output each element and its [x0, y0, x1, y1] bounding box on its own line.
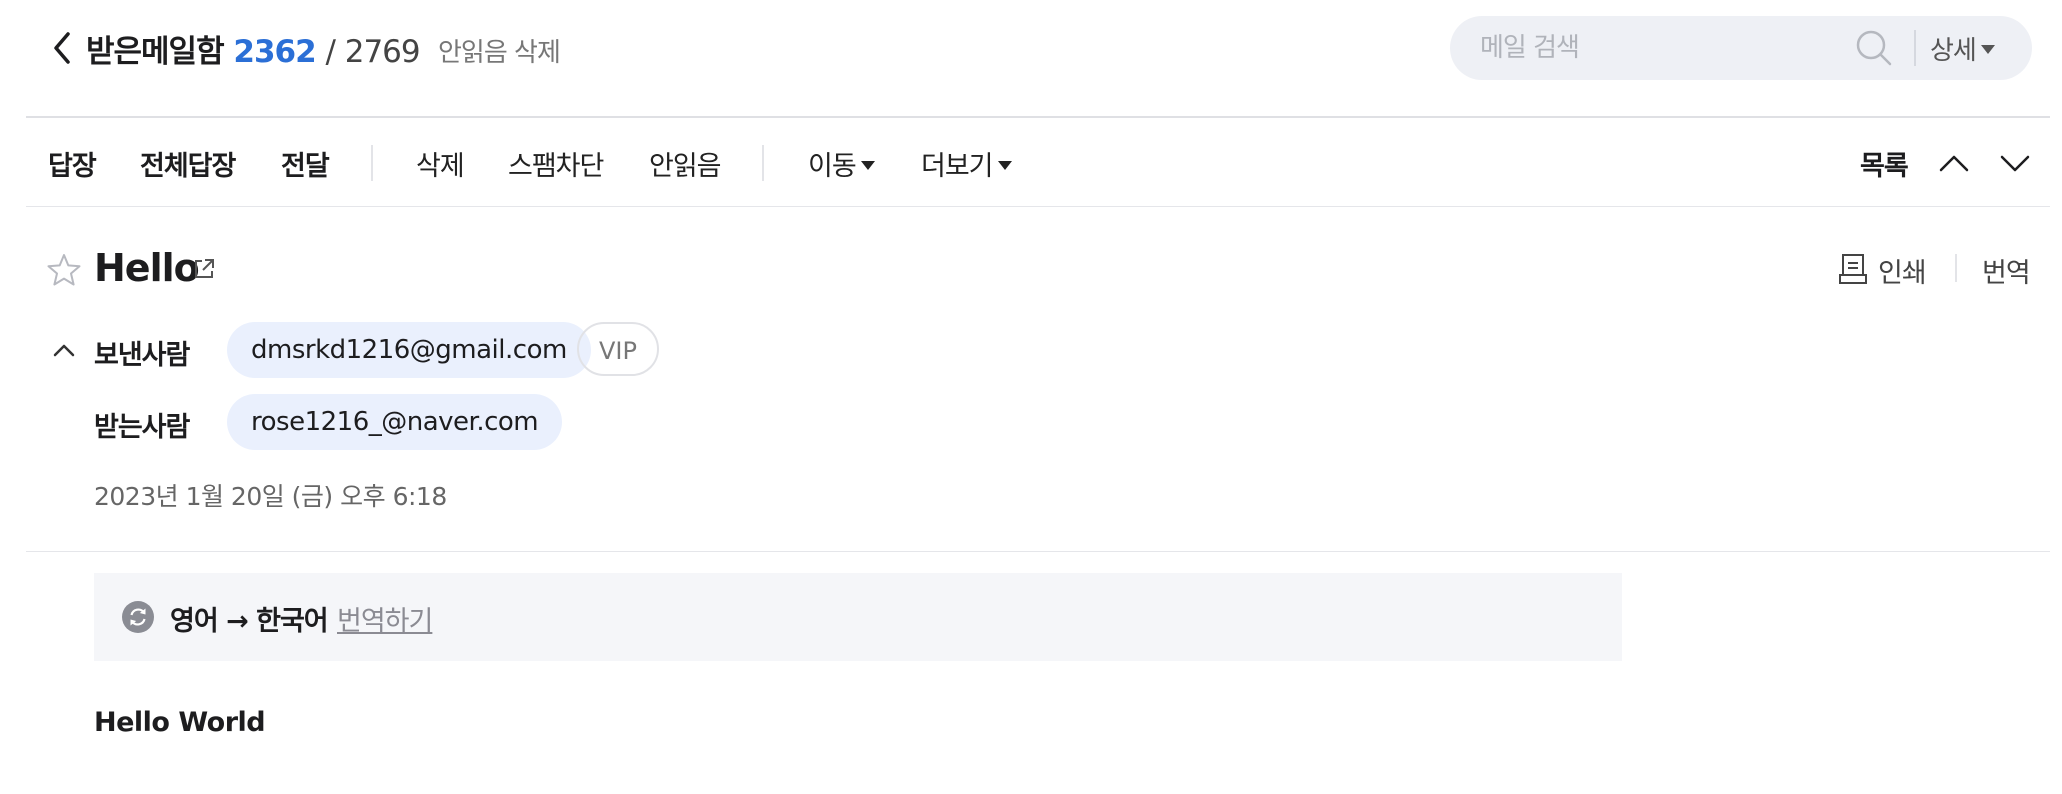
reply-button[interactable]: 답장	[48, 144, 97, 183]
list-button[interactable]: 목록	[1860, 144, 1909, 183]
caret-down-icon	[860, 161, 875, 170]
block-spam-button[interactable]: 스팸차단	[508, 144, 604, 183]
count-separator: /	[325, 34, 336, 70]
header-divider	[26, 116, 2050, 118]
refresh-icon	[122, 601, 154, 633]
mail-date: 2023년 1월 20일 (금) 오후 6:18	[94, 482, 447, 511]
translate-button[interactable]: 번역	[1982, 251, 2031, 290]
search-detail-label: 상세	[1930, 36, 1977, 66]
more-label: 더보기	[921, 151, 994, 182]
total-count: 2769	[344, 34, 421, 70]
forward-button[interactable]: 전달	[281, 144, 330, 183]
mail-header: 받은메일함 2362 / 2769 안읽음 삭제 상세	[0, 0, 2062, 117]
mail-body-text: Hello World	[94, 707, 266, 738]
reply-all-button[interactable]: 전체답장	[140, 144, 236, 183]
delete-unread-button[interactable]: 안읽음 삭제	[438, 32, 561, 69]
search-divider	[1914, 30, 1916, 66]
more-button[interactable]: 더보기	[921, 144, 1012, 183]
toolbar-divider	[762, 145, 764, 181]
delete-button[interactable]: 삭제	[416, 144, 465, 183]
caret-down-icon	[997, 161, 1012, 170]
caret-down-icon	[1980, 45, 1995, 54]
translate-language-pair: 영어 → 한국어	[170, 606, 329, 637]
sender-label: 보낸사람	[94, 340, 190, 371]
printer-icon[interactable]	[1838, 252, 1868, 286]
print-button[interactable]: 인쇄	[1878, 251, 1927, 290]
recipient-label: 받는사람	[94, 412, 190, 443]
search-detail-button[interactable]: 상세	[1930, 30, 1995, 67]
mail-head-divider	[26, 551, 2050, 552]
search-input[interactable]	[1480, 26, 1880, 70]
folder-title: 받은메일함 2362 / 2769	[86, 26, 421, 71]
vip-button[interactable]: VIP	[577, 322, 659, 376]
external-link-icon[interactable]	[192, 257, 216, 281]
chevron-down-icon[interactable]	[1998, 146, 2032, 180]
recipient-chip[interactable]: rose1216_@naver.com	[227, 394, 563, 450]
sender-chip[interactable]: dmsrkd1216@gmail.com	[227, 322, 591, 378]
mail-subject: Hello	[94, 246, 200, 290]
star-icon[interactable]	[46, 252, 82, 288]
search-box: 상세	[1450, 16, 2032, 80]
header-action-divider	[1955, 254, 1957, 282]
toolbar-divider	[371, 145, 373, 181]
folder-name[interactable]: 받은메일함	[86, 34, 225, 70]
translate-banner: 영어 → 한국어 번역하기	[94, 573, 1622, 661]
mark-unread-button[interactable]: 안읽음	[649, 144, 722, 183]
chevron-left-icon[interactable]	[48, 28, 76, 68]
chevron-up-icon[interactable]	[1937, 146, 1971, 180]
move-button[interactable]: 이동	[808, 144, 875, 183]
toolbar-divider-line	[26, 206, 2050, 207]
move-label: 이동	[808, 151, 857, 182]
chevron-up-icon[interactable]	[50, 338, 78, 362]
translate-link[interactable]: 번역하기	[337, 599, 433, 638]
unread-count[interactable]: 2362	[233, 34, 316, 70]
search-icon[interactable]	[1854, 28, 1894, 68]
